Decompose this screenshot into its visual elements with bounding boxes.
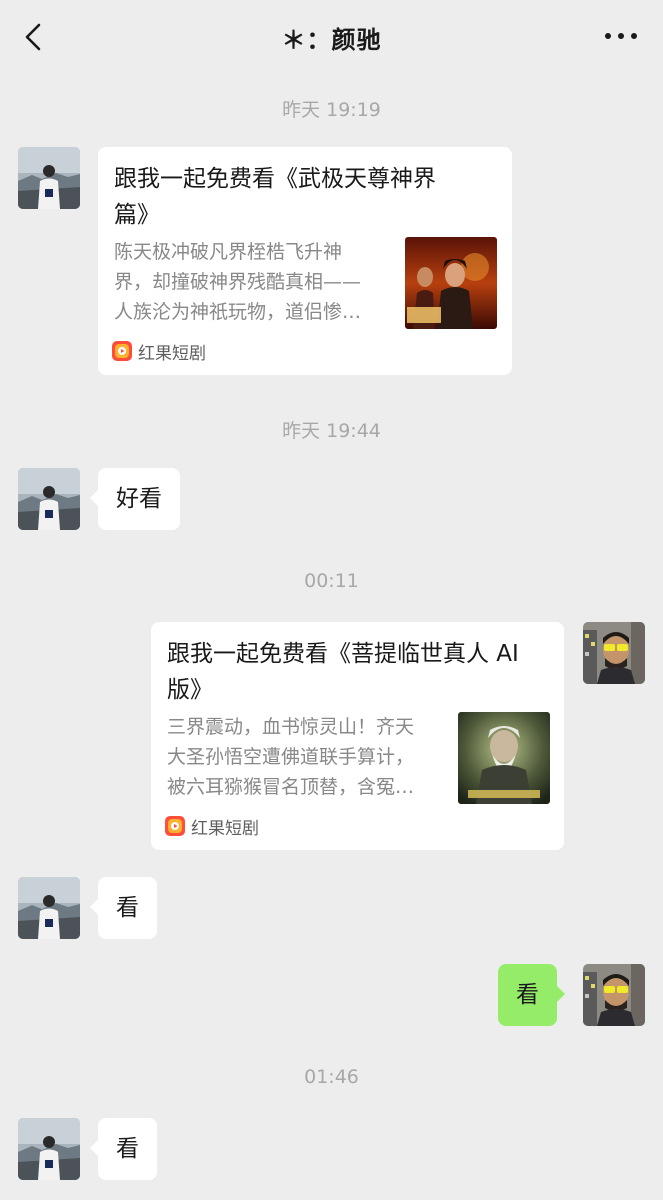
card-description: 三界震动，血书惊灵山！齐天 大圣孙悟空遭佛道联手算计， 被六耳猕猴冒名顶替，含冤… [167,716,415,798]
nav-bar: ＊：颜驰 [0,0,663,70]
contact-avatar[interactable] [18,468,80,530]
timestamp: 昨天 19:19 [282,99,381,121]
card-title: 跟我一起免费看《菩提临世真人 AI 版》 [167,641,519,703]
share-card[interactable]: 跟我一起免费看《武极天尊神界 篇》 陈天极冲破凡界桎梏飞升神 界，却撞破神界残酷… [98,147,512,375]
message-bubble[interactable]: 看 [90,877,157,939]
timestamp: 01:46 [304,1066,359,1088]
card-description: 陈天极冲破凡界桎梏飞升神 界，却撞破神界残酷真相—— 人族沦为神祇玩物，道侣惨… [114,241,362,323]
self-avatar[interactable] [583,622,645,684]
hongguo-logo-icon [165,816,185,836]
share-card[interactable]: 跟我一起免费看《菩提临世真人 AI 版》 三界震动，血书惊灵山！齐天 大圣孙悟空… [151,622,564,850]
contact-avatar[interactable] [18,877,80,939]
message-bubble-self[interactable]: 看 [498,964,565,1026]
message-bubble[interactable]: 看 [90,1118,157,1180]
hongguo-logo-icon [112,341,132,361]
card-thumbnail [458,712,550,804]
message-bubble[interactable]: 好看 [90,468,180,530]
card-title: 跟我一起免费看《武极天尊神界 篇》 [114,166,436,228]
card-thumbnail [405,237,497,329]
chat-title: ＊：颜驰 [281,26,382,54]
timestamp: 昨天 19:44 [282,420,381,442]
contact-avatar[interactable] [18,147,80,209]
self-avatar[interactable] [583,964,645,1026]
contact-avatar[interactable] [18,1118,80,1180]
card-source: 红果短剧 [165,814,259,839]
card-source: 红果短剧 [112,339,206,364]
more-dots-icon[interactable] [603,24,639,48]
timestamp: 00:11 [304,570,359,592]
